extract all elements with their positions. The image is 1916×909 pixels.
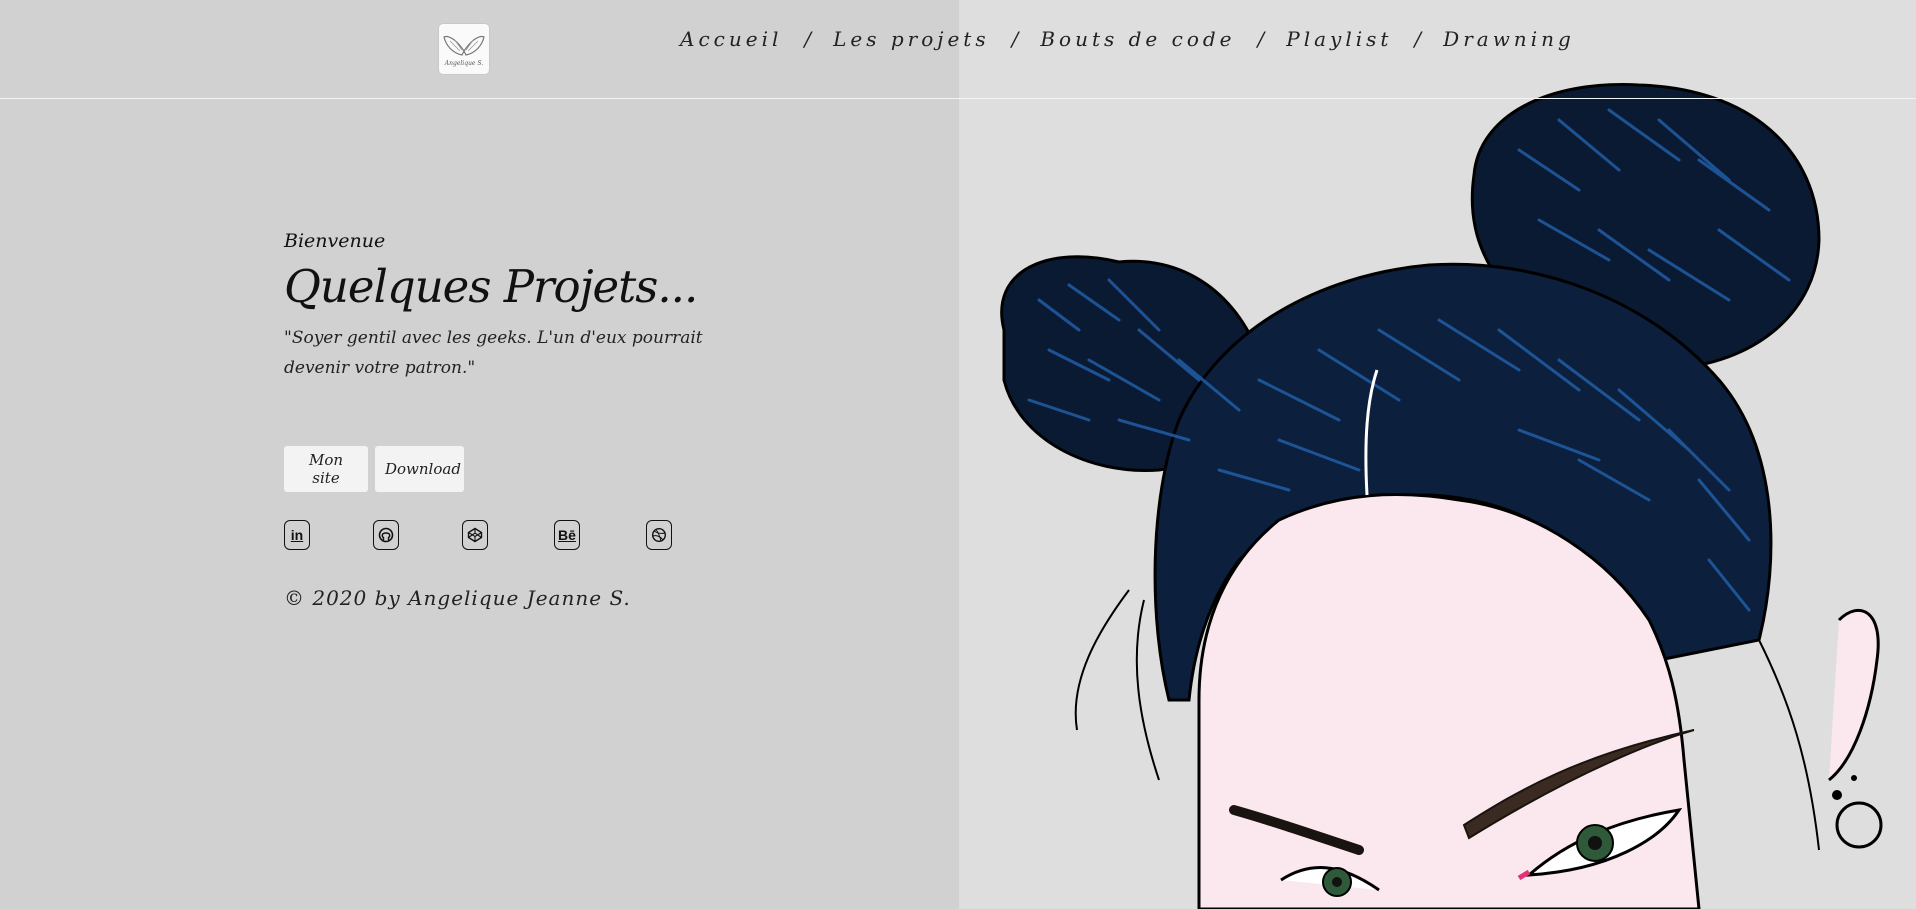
download-button[interactable]: Download: [375, 446, 464, 492]
dribbble-glyph-icon: [651, 527, 667, 543]
linkedin-icon[interactable]: in: [284, 520, 310, 550]
main-nav: Accueil / Les projets / Bouts de code / …: [680, 24, 1575, 54]
nav-separator: /: [1011, 27, 1019, 51]
nav-item-drawning[interactable]: Drawning: [1443, 27, 1575, 51]
left-panel: [0, 0, 959, 909]
hero-illustration-panel: [959, 0, 1916, 909]
girl-illustration: [1000, 83, 1883, 909]
nav-separator: /: [1414, 27, 1422, 51]
hero-kicker: Bienvenue: [284, 230, 386, 252]
hero-quote: "Soyer gentil avec les geeks. L'un d'eux…: [284, 328, 703, 378]
nav-item-accueil[interactable]: Accueil: [680, 27, 782, 51]
top-navbar: Angelique S. Accueil / Les projets / Bou…: [0, 0, 1916, 99]
dribbble-icon[interactable]: [646, 520, 672, 550]
codepen-icon[interactable]: [462, 520, 488, 550]
hero-buttons: Mon site Download: [284, 446, 464, 492]
hero-title: Quelques Projets...: [284, 260, 698, 313]
copyright-text: © 2020 by Angelique Jeanne S.: [284, 586, 631, 610]
nav-item-les-projets[interactable]: Les projets: [833, 27, 989, 51]
nav-item-bouts-de-code[interactable]: Bouts de code: [1040, 27, 1235, 51]
github-icon[interactable]: [373, 520, 399, 550]
codepen-glyph-icon: [467, 527, 483, 543]
github-glyph-icon: [378, 527, 394, 543]
logo-signature: Angelique S.: [444, 60, 483, 67]
page: Angelique S. Accueil / Les projets / Bou…: [0, 0, 1916, 909]
site-logo[interactable]: Angelique S.: [439, 24, 489, 74]
nav-item-playlist[interactable]: Playlist: [1286, 27, 1392, 51]
behance-icon[interactable]: Bē: [554, 520, 580, 550]
mon-site-button[interactable]: Mon site: [284, 446, 368, 492]
nav-separator: /: [1257, 27, 1265, 51]
winged-logo-icon: Angelique S.: [443, 35, 485, 67]
nav-separator: /: [804, 27, 812, 51]
hero-text: Bienvenue Quelques Projets... "Soyer gen…: [284, 230, 704, 383]
